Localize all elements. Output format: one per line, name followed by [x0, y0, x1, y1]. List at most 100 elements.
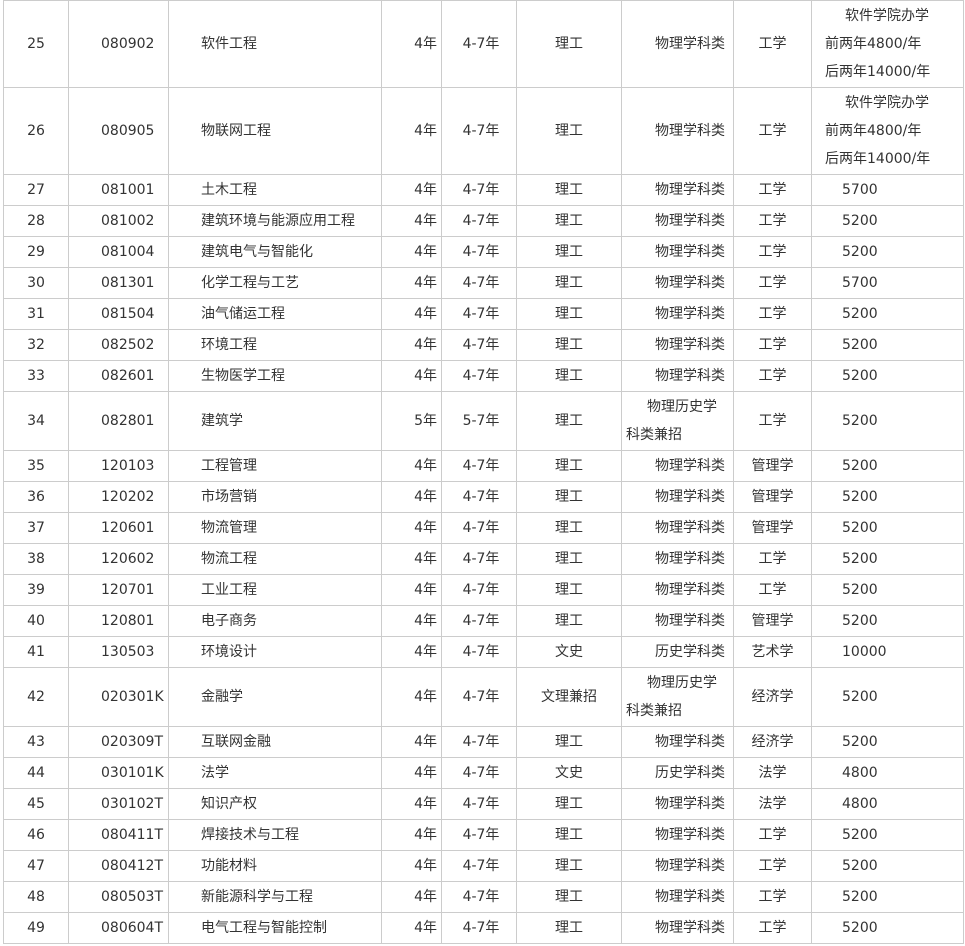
- category-cell: 理工: [516, 850, 622, 882]
- duration-cell: 4年: [381, 574, 442, 606]
- major-name-cell: 电气工程与智能控制: [168, 912, 382, 944]
- degree-cell: 法学: [733, 788, 812, 820]
- duration-cell: 4年: [381, 636, 442, 668]
- duration-cell: 4年: [381, 267, 442, 299]
- serial-number-cell: 26: [3, 87, 69, 175]
- study-span-cell: 4-7年: [441, 298, 517, 330]
- category-cell: 理工: [516, 543, 622, 575]
- category-cell: 理工: [516, 450, 622, 482]
- subject-requirement-cell: 物理学科类: [621, 174, 734, 206]
- serial-number-cell: 34: [3, 391, 69, 451]
- tuition-fee-cell: 5200: [811, 605, 964, 637]
- degree-cell: 工学: [733, 360, 812, 392]
- study-span-cell: 5-7年: [441, 391, 517, 451]
- table-row: 40 120801 电子商务 4年 4-7年 理工 物理学科类 管理学 5200: [3, 605, 964, 637]
- study-span-cell: 4-7年: [441, 574, 517, 606]
- tuition-fee-cell: 5200: [811, 574, 964, 606]
- subject-requirement-cell: 历史学科类: [621, 757, 734, 789]
- major-name-cell: 法学: [168, 757, 382, 789]
- study-span-cell: 4-7年: [441, 329, 517, 361]
- duration-cell: 4年: [381, 912, 442, 944]
- degree-cell: 工学: [733, 574, 812, 606]
- subject-requirement-cell: 物理历史学 科类兼招: [621, 667, 734, 727]
- category-cell: 理工: [516, 912, 622, 944]
- major-code-cell: 080503T: [68, 881, 169, 913]
- tuition-fee-cell: 5200: [811, 850, 964, 882]
- tuition-fee-cell: 5200: [811, 881, 964, 913]
- subject-requirement-cell: 物理学科类: [621, 574, 734, 606]
- subject-requirement-cell: 物理学科类: [621, 0, 734, 88]
- category-cell: 理工: [516, 236, 622, 268]
- subject-requirement-cell: 物理学科类: [621, 298, 734, 330]
- major-code-cell: 082801: [68, 391, 169, 451]
- fee-line: 软件学院办学: [845, 8, 929, 24]
- subject-requirement-cell: 物理学科类: [621, 481, 734, 513]
- tuition-fee-cell: 5200: [811, 819, 964, 851]
- study-span-cell: 4-7年: [441, 726, 517, 758]
- major-name-cell: 生物医学工程: [168, 360, 382, 392]
- table-row: 42 020301K 金融学 4年 4-7年 文理兼招 物理历史学 科类兼招 经济学 5200: [3, 667, 964, 727]
- study-span-cell: 4-7年: [441, 87, 517, 175]
- category-cell: 文史: [516, 757, 622, 789]
- table-row: 39 120701 工业工程 4年 4-7年 理工 物理学科类 工学 5200: [3, 574, 964, 606]
- duration-cell: 4年: [381, 450, 442, 482]
- study-span-cell: 4-7年: [441, 788, 517, 820]
- serial-number-cell: 27: [3, 174, 69, 206]
- serial-number-cell: 42: [3, 667, 69, 727]
- major-name-cell: 金融学: [168, 667, 382, 727]
- major-name-cell: 工程管理: [168, 450, 382, 482]
- subject-requirement-cell: 物理学科类: [621, 450, 734, 482]
- degree-cell: 管理学: [733, 481, 812, 513]
- table-row: 37 120601 物流管理 4年 4-7年 理工 物理学科类 管理学 5200: [3, 512, 964, 544]
- major-name-cell: 软件工程: [168, 0, 382, 88]
- study-span-cell: 4-7年: [441, 205, 517, 237]
- subject-requirement-cell: 物理学科类: [621, 881, 734, 913]
- tuition-fee-cell: 5200: [811, 667, 964, 727]
- category-cell: 理工: [516, 881, 622, 913]
- subject-requirement-cell: 物理学科类: [621, 87, 734, 175]
- table-row: 35 120103 工程管理 4年 4-7年 理工 物理学科类 管理学 5200: [3, 450, 964, 482]
- study-span-cell: 4-7年: [441, 450, 517, 482]
- major-code-cell: 120602: [68, 543, 169, 575]
- major-table: 25 080902 软件工程 4年 4-7年 理工 物理学科类 工学 软件学院办学 前两年4800…: [3, 0, 964, 944]
- major-code-cell: 020301K: [68, 667, 169, 727]
- duration-cell: 4年: [381, 757, 442, 789]
- serial-number-cell: 38: [3, 543, 69, 575]
- duration-cell: 4年: [381, 881, 442, 913]
- degree-cell: 工学: [733, 912, 812, 944]
- duration-cell: 5年: [381, 391, 442, 451]
- subject-requirement-cell: 物理学科类: [621, 605, 734, 637]
- serial-number-cell: 31: [3, 298, 69, 330]
- degree-cell: 工学: [733, 267, 812, 299]
- duration-cell: 4年: [381, 298, 442, 330]
- fee-line: 后两年14000/年: [825, 64, 931, 80]
- degree-cell: 工学: [733, 819, 812, 851]
- serial-number-cell: 33: [3, 360, 69, 392]
- tuition-fee-cell: 4800: [811, 757, 964, 789]
- major-name-cell: 市场营销: [168, 481, 382, 513]
- serial-number-cell: 39: [3, 574, 69, 606]
- major-code-cell: 081001: [68, 174, 169, 206]
- major-code-cell: 030102T: [68, 788, 169, 820]
- major-code-cell: 081004: [68, 236, 169, 268]
- serial-number-cell: 48: [3, 881, 69, 913]
- study-span-cell: 4-7年: [441, 881, 517, 913]
- degree-cell: 工学: [733, 87, 812, 175]
- category-cell: 理工: [516, 87, 622, 175]
- major-name-cell: 物联网工程: [168, 87, 382, 175]
- table-row: 38 120602 物流工程 4年 4-7年 理工 物理学科类 工学 5200: [3, 543, 964, 575]
- serial-number-cell: 28: [3, 205, 69, 237]
- subject-requirement-cell: 物理学科类: [621, 329, 734, 361]
- major-name-cell: 电子商务: [168, 605, 382, 637]
- degree-cell: 工学: [733, 174, 812, 206]
- subject-line: 科类兼招: [626, 703, 682, 719]
- subject-requirement-cell: 物理学科类: [621, 850, 734, 882]
- study-span-cell: 4-7年: [441, 174, 517, 206]
- major-code-cell: 120601: [68, 512, 169, 544]
- duration-cell: 4年: [381, 329, 442, 361]
- serial-number-cell: 43: [3, 726, 69, 758]
- tuition-fee-cell: 10000: [811, 636, 964, 668]
- serial-number-cell: 44: [3, 757, 69, 789]
- fee-line: 软件学院办学: [845, 95, 929, 111]
- degree-cell: 经济学: [733, 726, 812, 758]
